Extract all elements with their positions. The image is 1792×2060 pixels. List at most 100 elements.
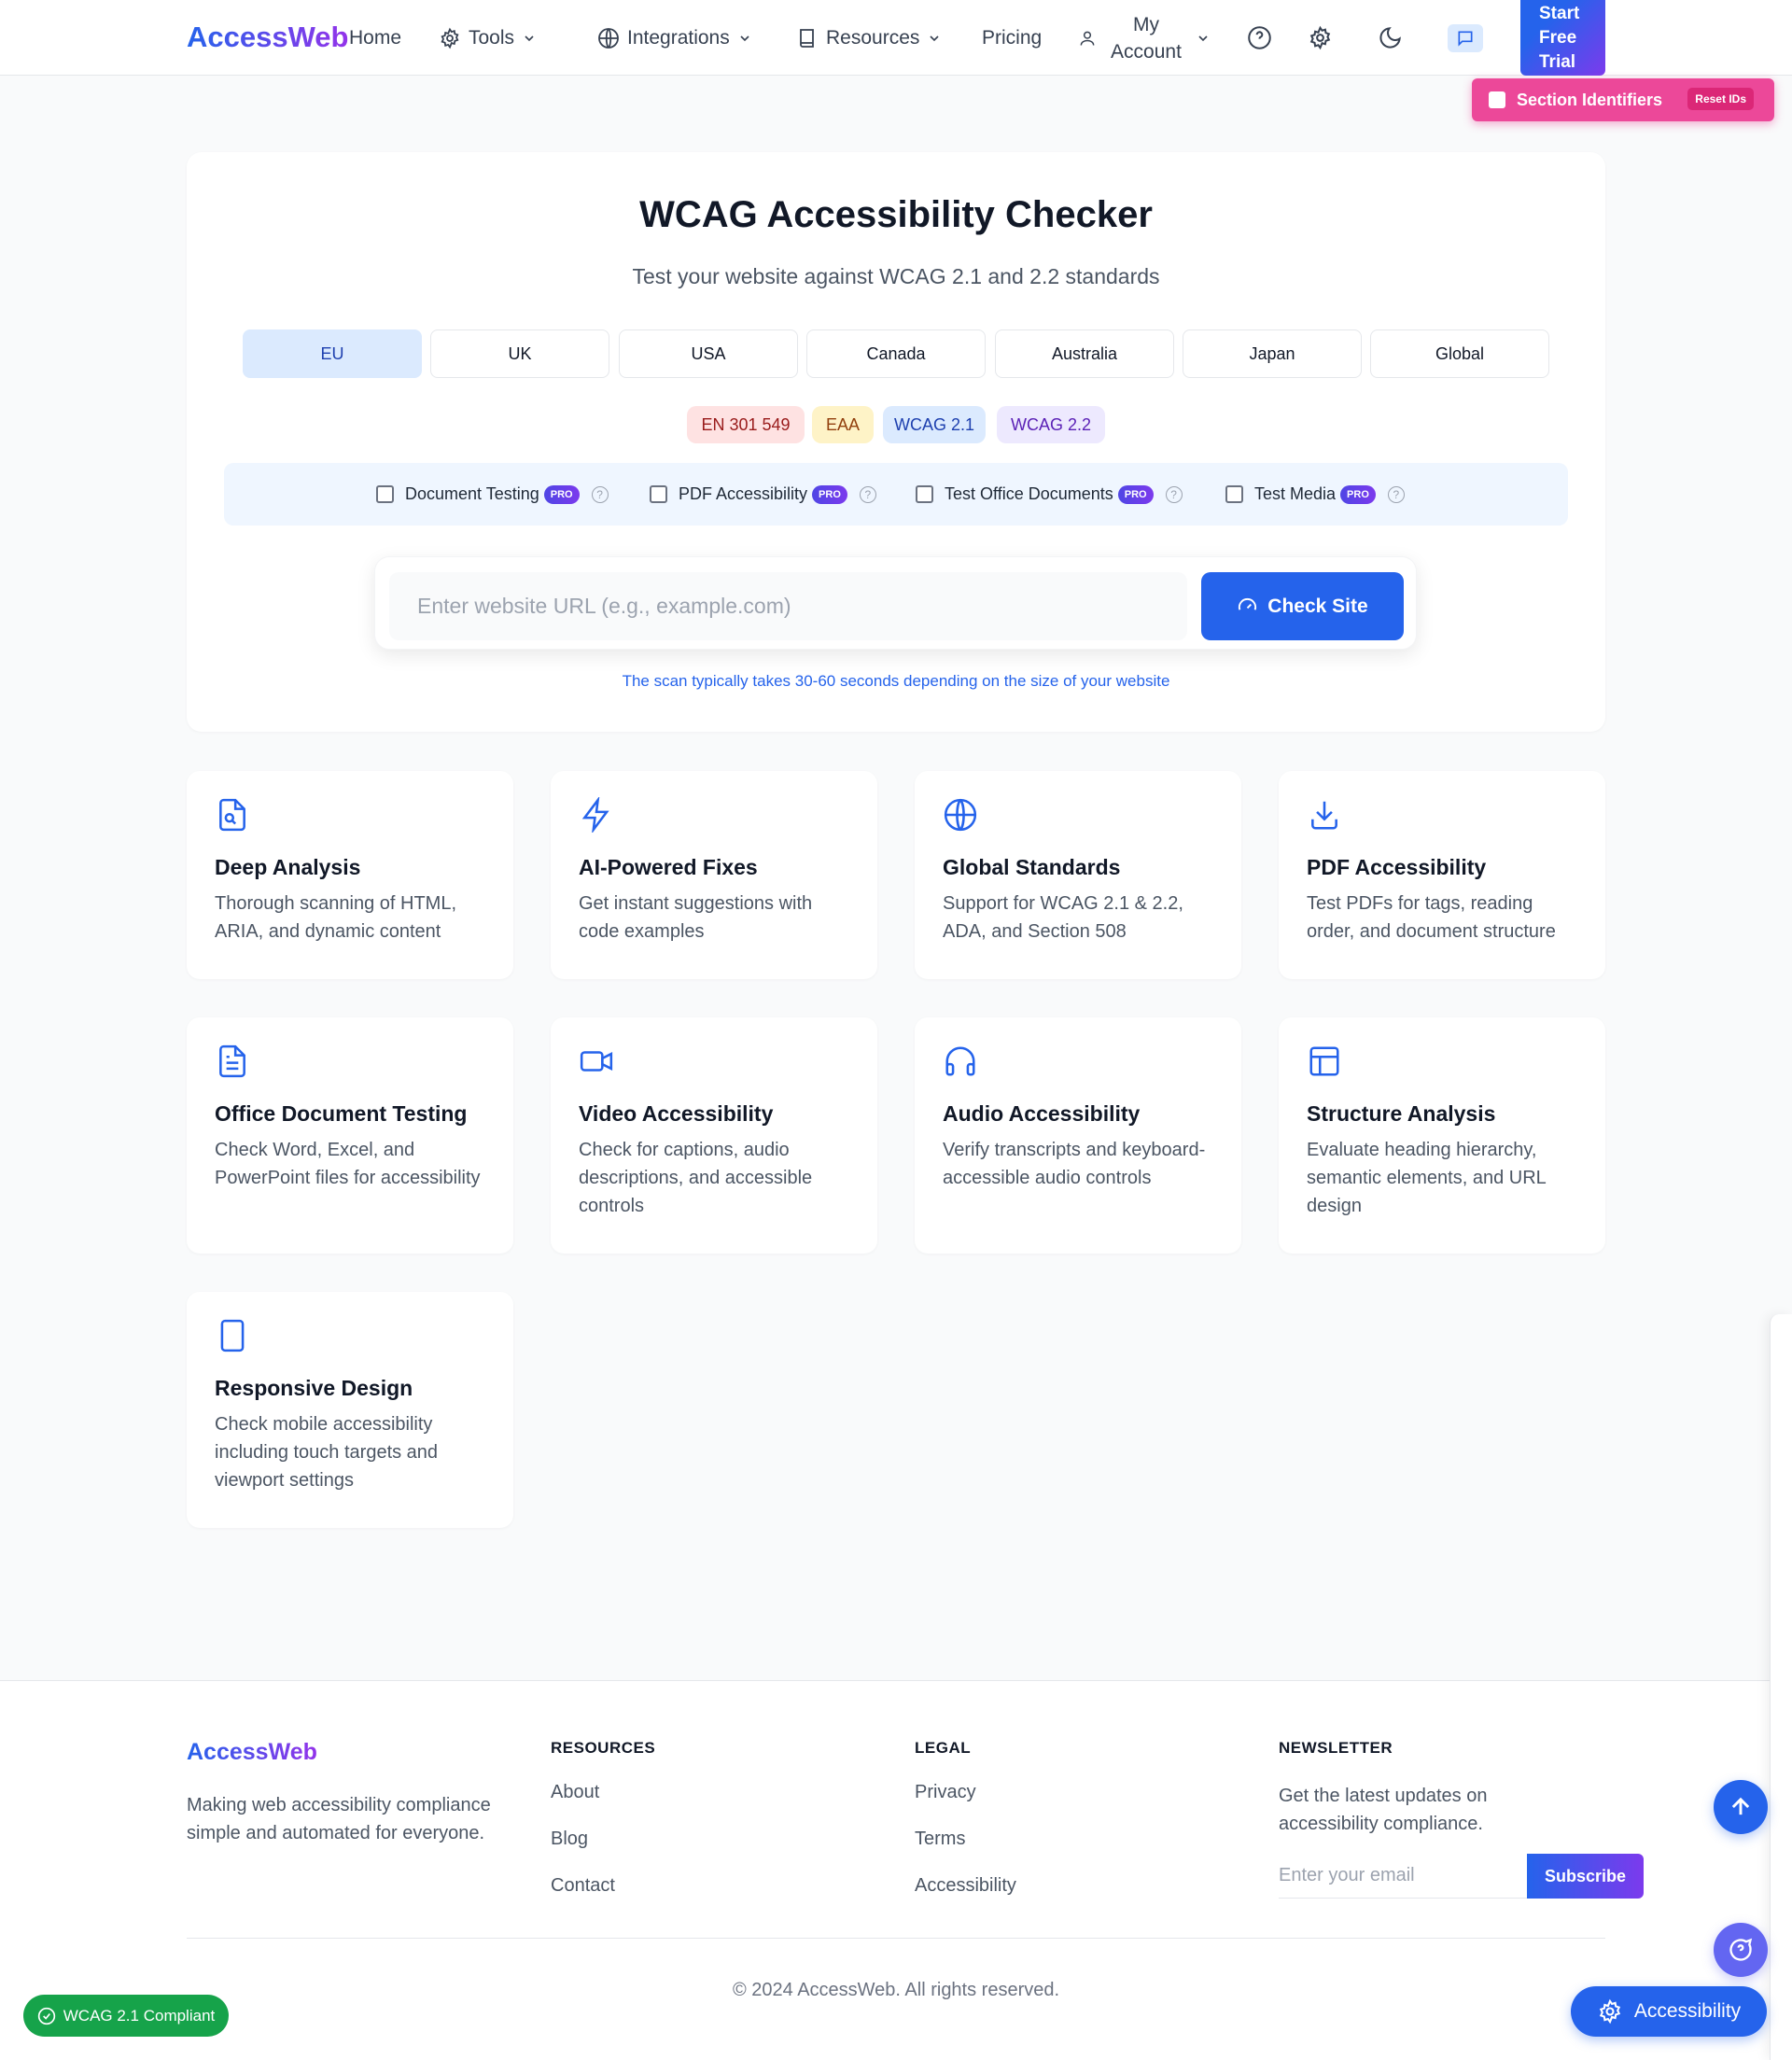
standard-badge: EN 301 549 [687, 406, 805, 443]
accessibility-label: Accessibility [1633, 2000, 1742, 2022]
nav-home[interactable]: Home [349, 0, 401, 76]
standard-badge: WCAG 2.2 [997, 406, 1105, 443]
option-document-testing[interactable]: Document Testing PRO ? [376, 463, 609, 526]
option-label: Test Media [1254, 484, 1337, 503]
feature-title: Deep Analysis [215, 855, 361, 879]
gear-icon [1599, 1998, 1620, 2025]
region-usa[interactable]: USA [619, 329, 798, 378]
copyright: © 2024 AccessWeb. All rights reserved. [732, 1980, 1060, 2000]
nav-tools[interactable]: Tools [439, 0, 537, 76]
footer-link-privacy[interactable]: Privacy [915, 1782, 976, 1803]
compliance-badge[interactable]: WCAG 2.1 Compliant [23, 1995, 229, 2037]
footer-link-blog[interactable]: Blog [551, 1829, 588, 1850]
feedback-icon[interactable] [1448, 24, 1483, 52]
region-global[interactable]: Global [1370, 329, 1549, 378]
option-test-media[interactable]: Test Media PRO ? [1225, 463, 1405, 526]
feature-card: Audio Accessibility Verify transcripts a… [915, 1017, 1241, 1254]
checkbox[interactable] [916, 485, 933, 503]
pro-badge: PRO [1117, 484, 1154, 504]
scroll-to-top-button[interactable] [1714, 1780, 1768, 1834]
checkbox[interactable] [650, 485, 667, 503]
compliance-label: WCAG 2.1 Compliant [63, 2006, 216, 2025]
accessibility-menu-button[interactable]: Accessibility [1571, 1986, 1767, 2037]
checkbox[interactable] [376, 485, 394, 503]
pro-badge: PRO [543, 484, 580, 504]
footer-link-accessibility[interactable]: Accessibility [915, 1875, 1016, 1897]
chat-button[interactable] [1714, 1923, 1768, 1977]
nav-integrations-label: Integrations [627, 26, 730, 49]
url-form: Check Site [374, 556, 1417, 650]
nav-account[interactable]: My Account [1078, 0, 1211, 76]
option-office-documents[interactable]: Test Office Documents PRO ? [916, 463, 1183, 526]
nav-home-label: Home [349, 26, 402, 49]
option-label: PDF Accessibility [679, 484, 808, 503]
settings-icon[interactable] [1305, 22, 1335, 52]
pro-badge: PRO [812, 484, 847, 504]
arrow-up-icon [1731, 1797, 1750, 1815]
scan-note: The scan typically takes 30-60 seconds d… [622, 672, 1170, 690]
help-circle-icon[interactable]: ? [591, 485, 609, 503]
nav-pricing[interactable]: Pricing [982, 0, 1042, 76]
reset-ids-button[interactable]: Reset IDs [1687, 88, 1754, 110]
footer-description: Making web accessibility compliance simp… [187, 1795, 491, 1843]
help-circle-icon[interactable]: ? [1387, 485, 1405, 503]
section-ids-checkbox[interactable] [1489, 91, 1505, 108]
feature-card: PDF Accessibility Test PDFs for tags, re… [1279, 771, 1605, 979]
option-pdf-accessibility[interactable]: PDF Accessibility PRO ? [650, 463, 876, 526]
region-uk[interactable]: UK [430, 329, 609, 378]
feature-desc: Verify transcripts and keyboard-accessib… [943, 1140, 1206, 1188]
footer-link-contact[interactable]: Contact [551, 1875, 615, 1897]
globe-icon [598, 27, 619, 49]
tablet-icon [215, 1318, 250, 1353]
footer-brand[interactable]: AccessWeb [187, 1739, 317, 1766]
check-circle-icon [37, 2007, 55, 2025]
footer-link-terms[interactable]: Terms [915, 1829, 965, 1850]
layout-icon [1307, 1044, 1342, 1079]
top-nav: AccessWeb Home Tools Integrations Resour… [0, 0, 1792, 76]
feature-title: PDF Accessibility [1307, 855, 1487, 879]
help-circle-icon[interactable]: ? [859, 485, 876, 503]
help-icon[interactable] [1244, 22, 1274, 52]
feature-title: Office Document Testing [215, 1101, 468, 1126]
url-input[interactable] [389, 572, 1187, 640]
footer-divider [187, 1938, 1605, 1939]
moon-icon[interactable] [1375, 22, 1405, 52]
feature-desc: Support for WCAG 2.1 & 2.2, ADA, and Sec… [943, 893, 1183, 942]
brand-logo[interactable]: AccessWeb [187, 21, 348, 54]
subscribe-button[interactable]: Subscribe [1527, 1854, 1644, 1899]
page-subtitle: Test your website against WCAG 2.1 and 2… [632, 264, 1160, 288]
footer-link-about[interactable]: About [551, 1782, 599, 1803]
lightning-icon [579, 795, 614, 834]
nav-pricing-label: Pricing [982, 26, 1043, 49]
region-eu[interactable]: EU [243, 329, 422, 378]
side-panel-edge[interactable] [1770, 1314, 1792, 2060]
feature-title: Global Standards [943, 855, 1121, 879]
section-identifiers-toggle[interactable]: Section Identifiers Reset IDs [1472, 78, 1774, 121]
feature-title: AI-Powered Fixes [579, 855, 758, 879]
chat-help-icon [1729, 1938, 1753, 1961]
newsletter-email-input[interactable] [1279, 1854, 1527, 1899]
help-circle-icon[interactable]: ? [1165, 485, 1183, 503]
pro-badge: PRO [1340, 484, 1376, 504]
user-icon [1080, 31, 1095, 46]
checker-card: WCAG Accessibility Checker Test your web… [187, 152, 1605, 732]
standard-badge: EAA [812, 406, 874, 443]
check-site-button[interactable]: Check Site [1201, 572, 1404, 640]
nav-resources[interactable]: Resources [796, 0, 942, 76]
feature-card: Video Accessibility Check for captions, … [551, 1017, 877, 1254]
region-australia[interactable]: Australia [995, 329, 1174, 378]
region-canada[interactable]: Canada [806, 329, 986, 378]
start-trial-label: Start Free Trial [1539, 4, 1580, 72]
book-icon [800, 28, 814, 48]
feature-desc: Evaluate heading hierarchy, semantic ele… [1307, 1140, 1547, 1216]
video-icon [579, 1044, 614, 1079]
feature-title: Audio Accessibility [943, 1101, 1141, 1126]
checkbox[interactable] [1225, 485, 1243, 503]
feature-desc: Check mobile accessibility including tou… [215, 1414, 439, 1491]
feature-desc: Thorough scanning of HTML, ARIA, and dyn… [215, 893, 457, 942]
start-trial-button[interactable]: Start Free Trial [1520, 0, 1605, 76]
region-japan[interactable]: Japan [1183, 329, 1362, 378]
nav-integrations[interactable]: Integrations [597, 0, 752, 76]
nav-tools-label: Tools [469, 26, 515, 49]
feature-desc: Get instant suggestions with code exampl… [579, 893, 813, 942]
